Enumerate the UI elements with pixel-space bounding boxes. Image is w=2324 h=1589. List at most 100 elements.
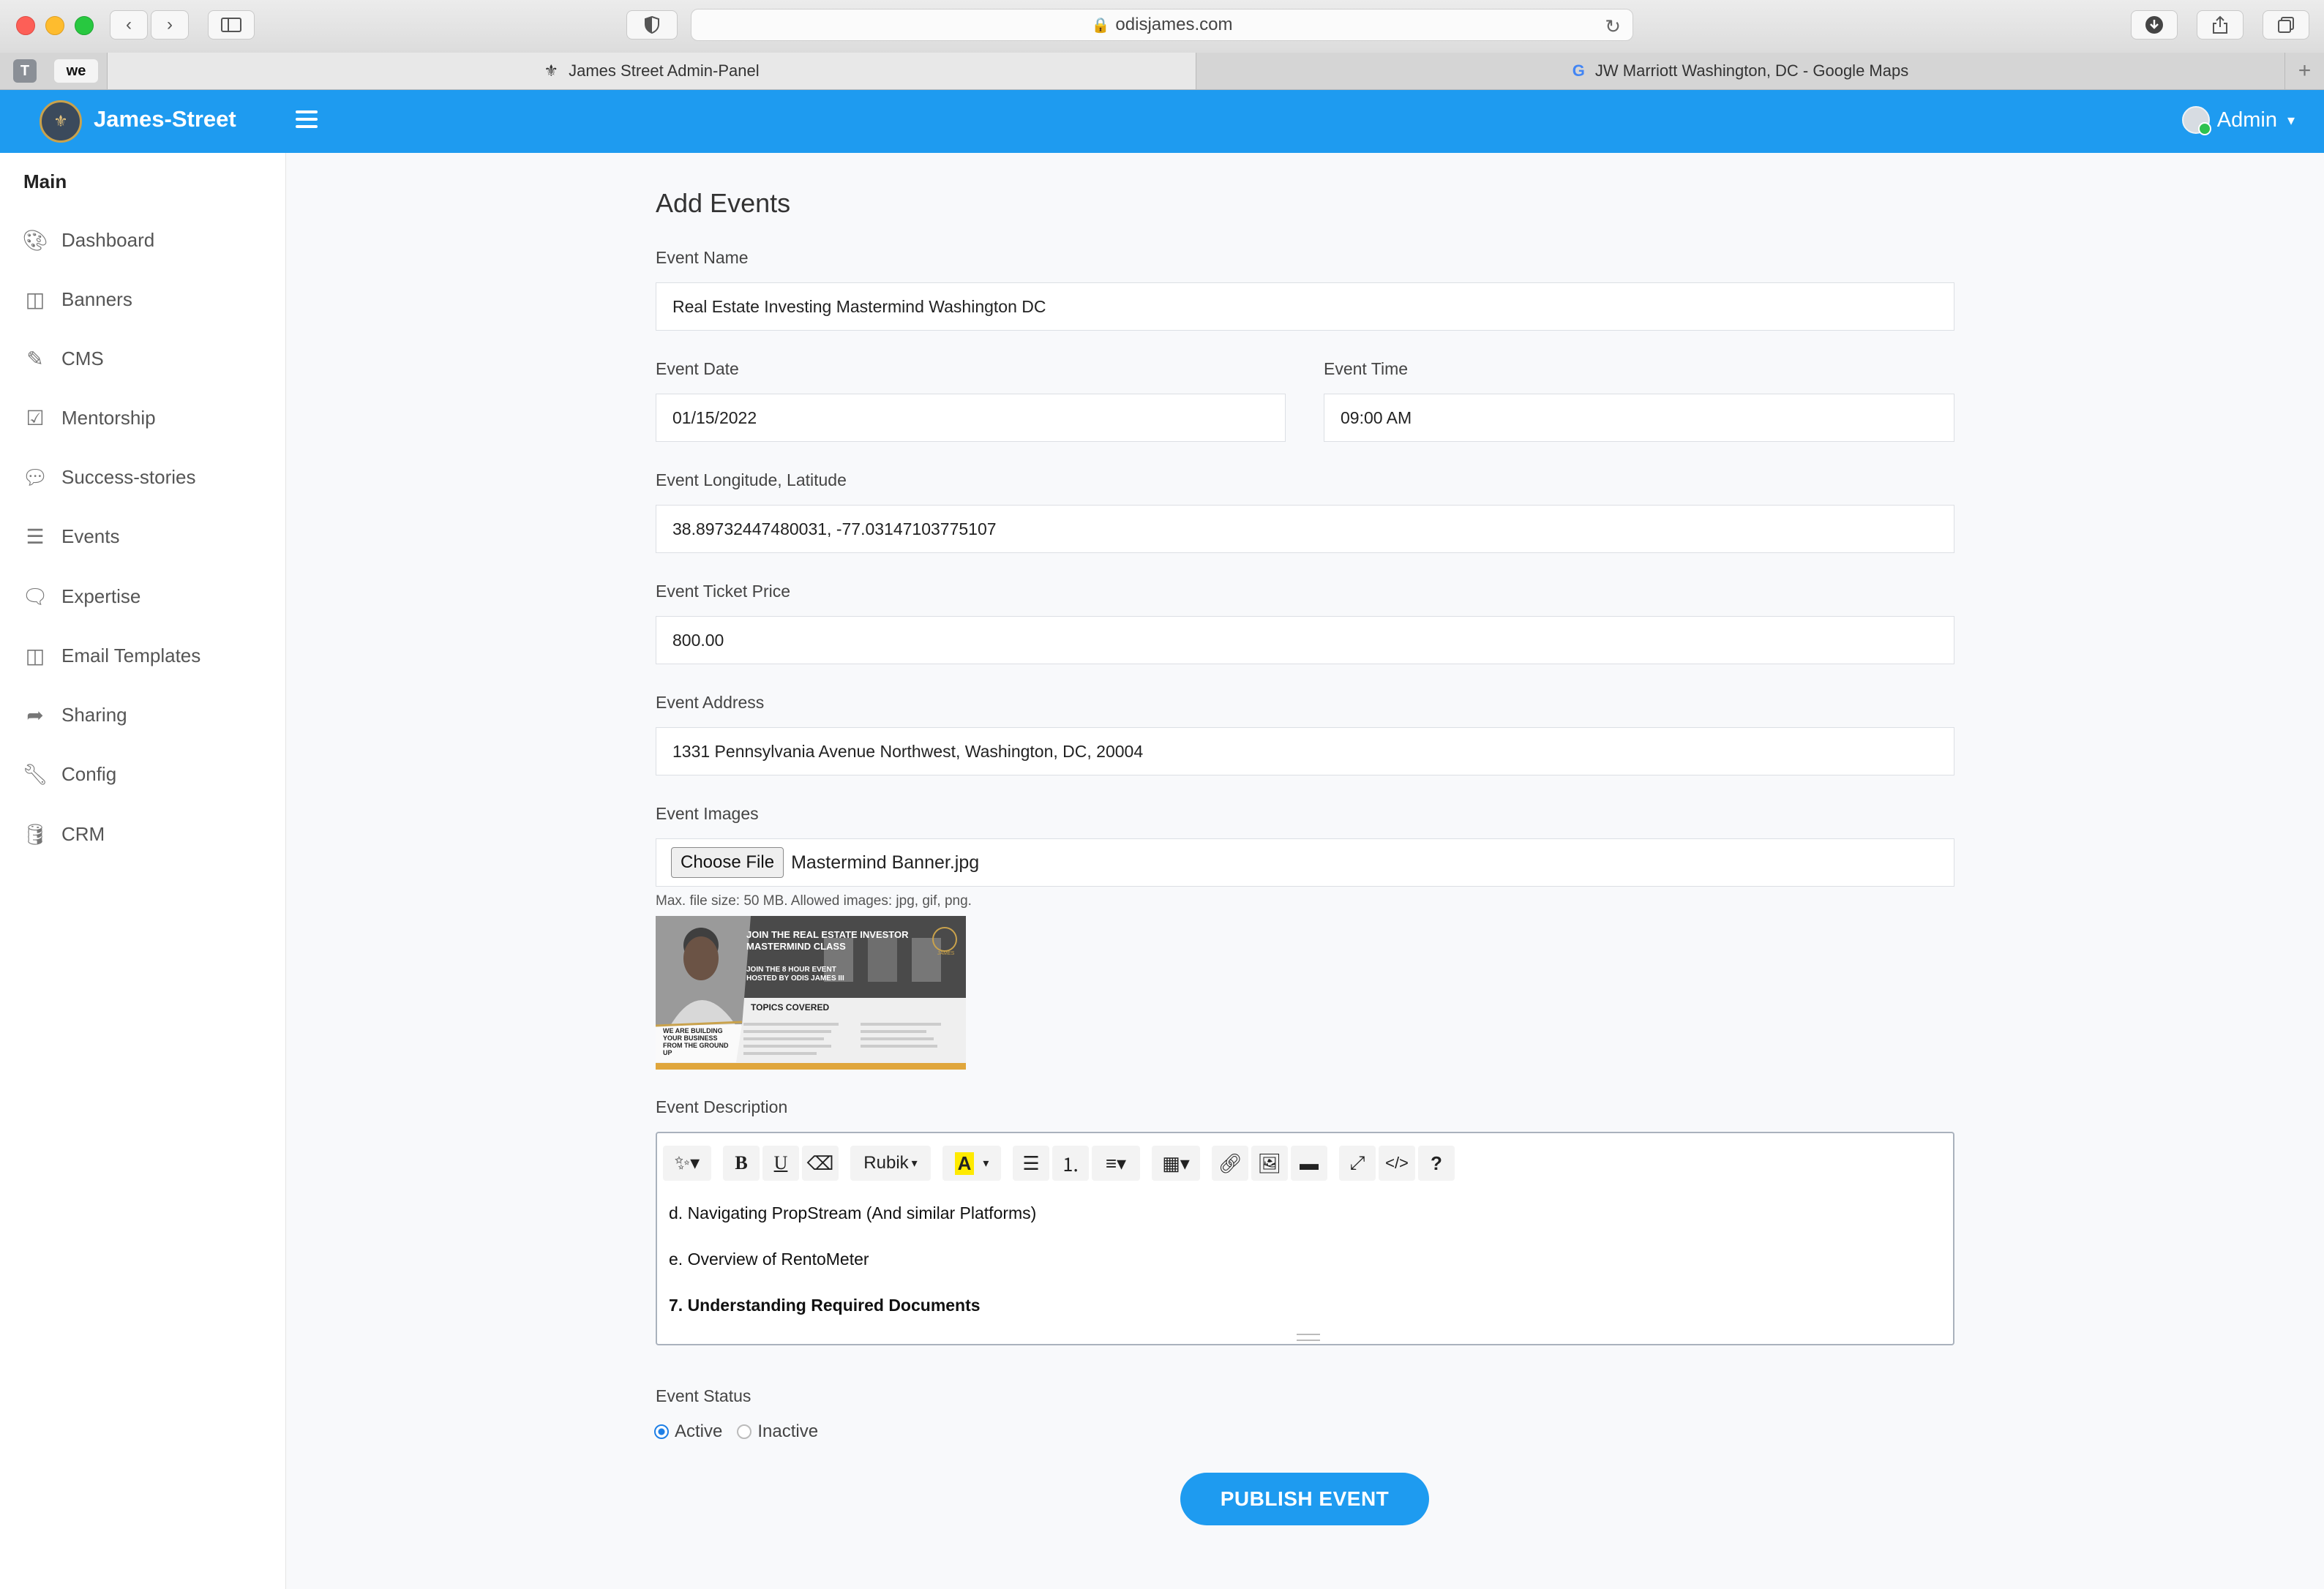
paragraph-align-button[interactable]: ≡▾ xyxy=(1092,1146,1140,1181)
file-size-hint: Max. file size: 50 MB. Allowed images: j… xyxy=(656,893,972,909)
event-images-label: Event Images xyxy=(656,804,759,823)
fullscreen-button[interactable]: ⤢ xyxy=(1339,1146,1376,1181)
font-family-select[interactable]: Rubik ▾ xyxy=(850,1146,931,1181)
clear-format-button[interactable]: ⌫ xyxy=(802,1146,839,1181)
event-date-input[interactable]: 01/15/2022 xyxy=(656,394,1286,442)
sidebar-item-sharing[interactable]: ➦ Sharing xyxy=(22,700,127,729)
sidebar-item-label: Email Templates xyxy=(61,644,201,666)
resize-handle[interactable] xyxy=(1297,1334,1320,1341)
close-window-button[interactable] xyxy=(16,16,35,35)
active-radio-label[interactable]: Active xyxy=(675,1421,722,1442)
forward-button[interactable]: › xyxy=(151,10,189,40)
tab-overview-button[interactable] xyxy=(2263,10,2309,40)
pinned-tab-t[interactable]: T xyxy=(13,59,37,83)
wrench-icon: 🔧︎ xyxy=(22,762,48,786)
minimize-window-button[interactable] xyxy=(45,16,64,35)
tab-bar: T we ⚜ James Street Admin-Panel G JW Mar… xyxy=(0,53,2324,90)
sidebar-item-dashboard[interactable]: 🎨︎ Dashboard xyxy=(22,225,154,255)
logo-icon[interactable]: ⚜ xyxy=(40,100,82,143)
rich-text-editor[interactable]: ✨︎▾ B U ⌫ Rubik ▾ A ▾ ☰ ⒈ ≡▾ ▦▾ 🔗︎ 🖼︎ ▬ … xyxy=(656,1132,1954,1345)
sidebar-item-config[interactable]: 🔧︎ Config xyxy=(22,759,116,789)
tab-google-maps[interactable]: G JW Marriott Washington, DC - Google Ma… xyxy=(1196,53,2284,89)
sidebar-item-mentorship[interactable]: ☑ Mentorship xyxy=(22,403,156,432)
selected-file-name: Mastermind Banner.jpg xyxy=(791,852,980,873)
eraser-icon: ⌫ xyxy=(806,1152,834,1174)
code-icon: </> xyxy=(1385,1154,1409,1172)
privacy-shield-button[interactable] xyxy=(626,10,678,40)
list-ol-icon: ⒈ xyxy=(1060,1153,1080,1176)
file-upload-field: Choose File Mastermind Banner.jpg xyxy=(656,838,1954,887)
caret-down-icon: ▾ xyxy=(983,1157,989,1170)
banner-heading: JOIN THE REAL ESTATE INVESTOR MASTERMIND… xyxy=(746,929,909,952)
unordered-list-button[interactable]: ☰ xyxy=(1013,1146,1049,1181)
list-ul-icon: ☰ xyxy=(1022,1152,1040,1174)
main-content: Add Events Event Name Real Estate Invest… xyxy=(286,153,2324,1589)
publish-event-button[interactable]: PUBLISH EVENT xyxy=(1180,1473,1429,1525)
columns-icon: ◫ xyxy=(25,644,45,667)
align-left-icon: ≡▾ xyxy=(1105,1152,1127,1174)
sidebar-item-crm[interactable]: 🛢︎ CRM xyxy=(22,819,105,849)
active-radio[interactable] xyxy=(654,1424,669,1439)
sidebar-item-email-templates[interactable]: ◫ Email Templates xyxy=(22,641,201,670)
coordinates-input[interactable]: 38.89732447480031, -77.03147103775107 xyxy=(656,505,1954,553)
inactive-radio-label[interactable]: Inactive xyxy=(757,1421,818,1442)
avatar xyxy=(2181,106,2211,135)
sidebar-item-cms[interactable]: ✎ CMS xyxy=(22,344,104,373)
app-header: ⚜ James-Street Admin ▾ xyxy=(0,90,2324,153)
sidebar-item-label: Events xyxy=(61,525,120,547)
tab-admin-panel[interactable]: ⚜ James Street Admin-Panel xyxy=(107,53,1196,89)
underline-button[interactable]: U xyxy=(762,1146,799,1181)
bold-button[interactable]: B xyxy=(723,1146,760,1181)
sidebar-item-success-stories[interactable]: 💬︎ Success-stories xyxy=(22,462,195,492)
help-icon: ? xyxy=(1431,1152,1442,1174)
inactive-radio[interactable] xyxy=(737,1424,752,1439)
video-button[interactable]: ▬ xyxy=(1291,1146,1327,1181)
sidebar-item-banners[interactable]: ◫ Banners xyxy=(22,285,132,314)
link-button[interactable]: 🔗︎ xyxy=(1212,1146,1248,1181)
new-tab-button[interactable]: + xyxy=(2284,53,2324,89)
menu-toggle-icon[interactable] xyxy=(296,110,318,132)
video-icon: ▬ xyxy=(1300,1152,1319,1174)
help-button[interactable]: ? xyxy=(1418,1146,1455,1181)
event-time-input[interactable]: 09:00 AM xyxy=(1324,394,1954,442)
james-street-favicon-icon: ⚜ xyxy=(544,61,559,80)
share-button[interactable] xyxy=(2197,10,2244,40)
user-name: Admin xyxy=(2216,108,2277,132)
tab-title: JW Marriott Washington, DC - Google Maps xyxy=(1594,61,1909,80)
table-button[interactable]: ▦▾ xyxy=(1152,1146,1200,1181)
code-view-button[interactable]: </> xyxy=(1379,1146,1415,1181)
url-text: odisjames.com xyxy=(1115,15,1233,34)
address-bar[interactable]: 🔒 odisjames.com ↻ xyxy=(691,9,1633,41)
event-image-preview[interactable]: JOIN THE REAL ESTATE INVESTOR MASTERMIND… xyxy=(656,916,966,1070)
share-icon xyxy=(2213,15,2227,34)
back-button[interactable]: ‹ xyxy=(110,10,148,40)
choose-file-button[interactable]: Choose File xyxy=(671,847,784,878)
event-name-input[interactable]: Real Estate Investing Mastermind Washing… xyxy=(656,282,1954,331)
shield-icon xyxy=(645,16,659,34)
sidebar-icon xyxy=(221,18,241,32)
reload-icon[interactable]: ↻ xyxy=(1605,15,1621,38)
downloads-button[interactable] xyxy=(2131,10,2178,40)
lock-icon: 🔒 xyxy=(1091,17,1110,34)
sidebar-item-events[interactable]: ☰ Events xyxy=(22,522,120,551)
event-time-label: Event Time xyxy=(1324,359,1409,378)
event-address-input[interactable]: 1331 Pennsylvania Avenue Northwest, Wash… xyxy=(656,727,1954,775)
sidebar-item-label: Mentorship xyxy=(61,406,156,429)
zoom-window-button[interactable] xyxy=(75,16,94,35)
sidebar-item-label: Dashboard xyxy=(61,228,155,251)
sidebar-item-expertise[interactable]: 🗨︎ Expertise xyxy=(22,582,140,611)
text-color-button[interactable]: A ▾ xyxy=(942,1146,1001,1181)
sidebar-item-label: Expertise xyxy=(61,585,141,607)
sidebar-toggle-button[interactable] xyxy=(208,10,255,40)
editor-content[interactable]: d. Navigating PropStream (And similar Pl… xyxy=(669,1203,1036,1342)
pinned-tab-we[interactable]: we xyxy=(54,59,98,83)
user-menu[interactable]: Admin ▾ xyxy=(2181,106,2295,135)
edit-icon: ✎ xyxy=(26,347,44,370)
list-icon: ☰ xyxy=(26,525,45,548)
brand-name[interactable]: James-Street xyxy=(94,106,236,132)
picture-button[interactable]: 🖼︎ xyxy=(1251,1146,1288,1181)
style-magic-button[interactable]: ✨︎▾ xyxy=(663,1146,711,1181)
ordered-list-button[interactable]: ⒈ xyxy=(1052,1146,1089,1181)
event-status-group: Active Inactive xyxy=(654,1421,818,1442)
ticket-price-input[interactable]: 800.00 xyxy=(656,616,1954,664)
